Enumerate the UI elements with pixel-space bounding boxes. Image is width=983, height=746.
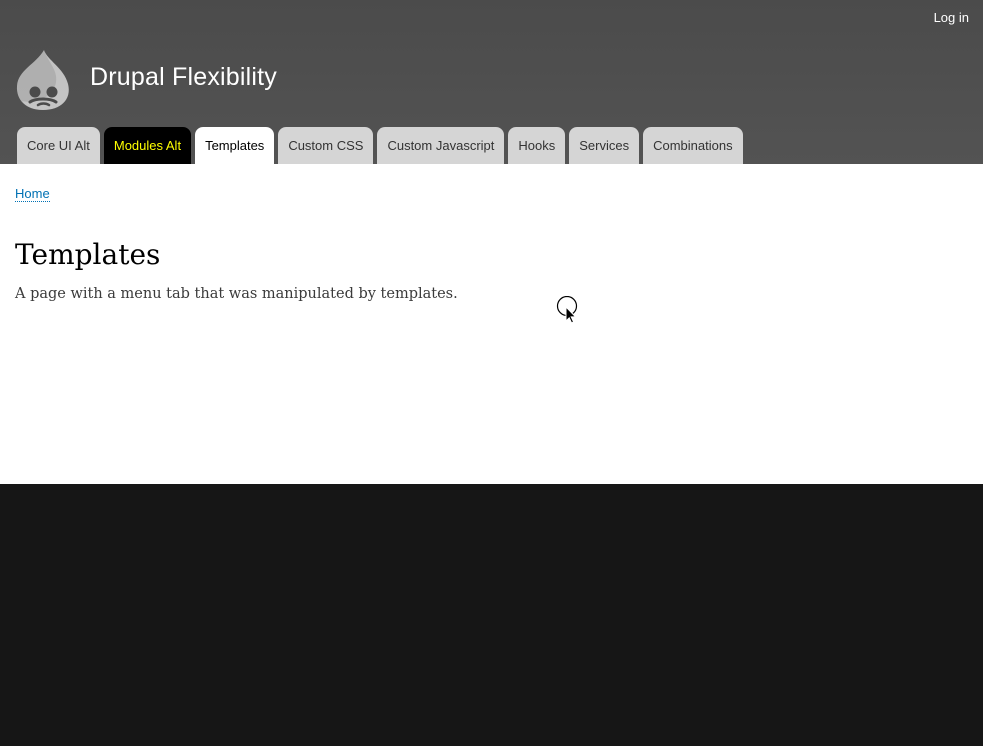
page-footer (0, 484, 983, 746)
tab-templates[interactable]: Templates (195, 127, 275, 164)
main-menu-tabs: Core UI Alt Modules Alt Templates Custom… (17, 127, 743, 164)
site-name[interactable]: Drupal Flexibility (90, 63, 277, 92)
tab-custom-javascript[interactable]: Custom Javascript (377, 127, 505, 164)
drupal-drop-icon[interactable] (14, 48, 72, 112)
page-body-text: A page with a menu tab that was manipula… (15, 286, 458, 302)
tab-combinations[interactable]: Combinations (643, 127, 743, 164)
tab-hooks[interactable]: Hooks (508, 127, 566, 164)
tab-core-ui-alt[interactable]: Core UI Alt (17, 127, 100, 164)
main-content: Home Templates A page with a menu tab th… (0, 164, 983, 484)
site-header: Log in Drupal Flexibility Core UI Alt Mo… (0, 0, 983, 164)
page: Log in Drupal Flexibility Core UI Alt Mo… (0, 0, 983, 746)
login-link[interactable]: Log in (934, 10, 969, 25)
tab-services[interactable]: Services (569, 127, 640, 164)
tab-modules-alt[interactable]: Modules Alt (103, 127, 192, 164)
page-title: Templates (15, 238, 161, 271)
tab-custom-css[interactable]: Custom CSS (278, 127, 374, 164)
breadcrumb-home-link[interactable]: Home (15, 186, 50, 202)
